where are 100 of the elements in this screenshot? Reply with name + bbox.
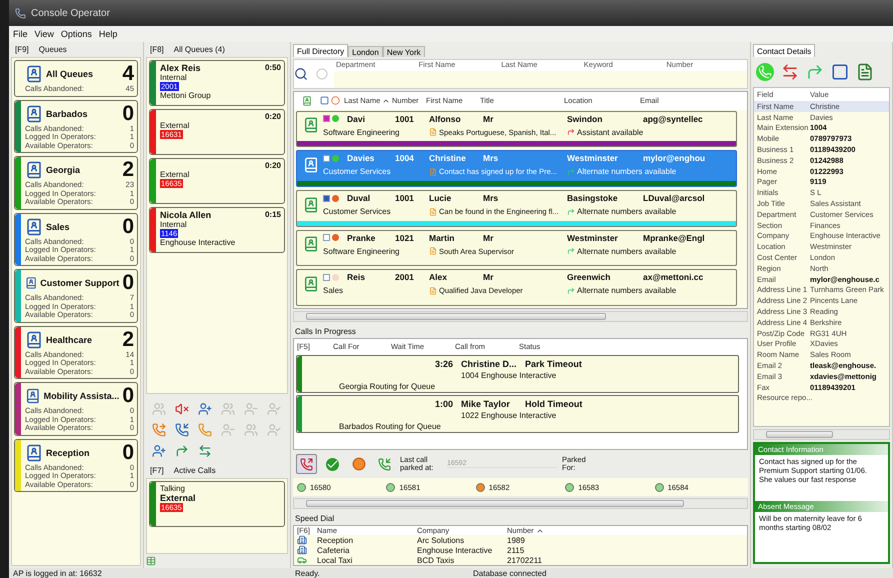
toolbar-button[interactable]: [150, 442, 167, 459]
note-icon: [429, 208, 437, 216]
call-time: 0:20: [264, 112, 281, 121]
caller-name: Christine D...: [461, 358, 518, 370]
availability: Assistant available: [567, 128, 736, 137]
toolbar-button[interactable]: [150, 421, 167, 438]
call-type: External: [160, 121, 190, 130]
call-time: 0:15: [264, 210, 281, 220]
first-name: Martin: [429, 232, 456, 243]
horizontal-scrollbar[interactable]: [293, 498, 748, 509]
toolbar-button[interactable]: [173, 421, 190, 438]
directory-tab[interactable]: Full Directory: [293, 44, 348, 57]
queue-icon: [25, 161, 43, 179]
caller-name: Nicola Allen: [160, 210, 212, 220]
label-swatch: [323, 274, 330, 281]
contact-title: Mr: [483, 272, 494, 282]
pane-title: Active Calls: [174, 466, 216, 475]
app-icon: [15, 8, 26, 18]
department: Customer Services: [323, 207, 392, 216]
location: Westminster: [567, 232, 619, 243]
wait-time: 1:00: [434, 398, 454, 410]
status-text: Database connected: [473, 568, 548, 578]
blank-icon[interactable]: [831, 63, 849, 81]
table-icon: [146, 556, 156, 566]
first-name: Lucie: [429, 193, 452, 204]
label-swatch: [323, 154, 330, 162]
forward-arrow-icon: [567, 247, 575, 256]
call-row[interactable]: 1:00 Mike Taylor Hold Timeout 1022 Enghouse Interactive Barbados Routing for Queue: [296, 395, 739, 433]
contact-title: Mrs: [483, 153, 500, 164]
availability: Alternate numbers available: [567, 286, 736, 296]
forward-arrow-icon: [567, 208, 575, 216]
menu-item[interactable]: Options: [60, 29, 92, 39]
queue-name: Reception: [46, 448, 91, 458]
extension-number: 1001: [395, 114, 415, 124]
hotkey-label: [F7]: [150, 466, 164, 475]
search-icon[interactable]: [294, 67, 308, 81]
wait-time: 3:26: [434, 358, 454, 370]
department: Software Engineering: [323, 128, 400, 137]
note-icon: [429, 247, 437, 256]
routing-text: Georgia Routing for Queue: [339, 381, 436, 392]
speed-dial-row[interactable]: Local Taxi BCD Taxis 21702211: [294, 555, 747, 565]
call-type: Internal: [160, 73, 188, 82]
queue-count: 0: [122, 104, 134, 124]
horizontal-scrollbar[interactable]: [293, 311, 748, 322]
speed-dial-name: Cafeteria: [317, 546, 350, 554]
queue-icon: [25, 444, 43, 462]
menu-item[interactable]: Help: [98, 29, 118, 39]
label-swatch: [323, 234, 330, 242]
call-status: Park Timeout: [525, 358, 583, 370]
notes-icon[interactable]: [856, 63, 874, 81]
last-name: Pranke: [347, 232, 376, 243]
circle-icon: [352, 457, 366, 471]
call-time: 0:20: [264, 161, 281, 170]
caller-company: Mettoni Group: [160, 91, 212, 100]
note-icon: [429, 168, 437, 176]
horizontal-scrollbar[interactable]: [753, 429, 890, 440]
queue-name: Georgia: [46, 165, 82, 175]
search-field[interactable]: [664, 71, 747, 88]
menu-item[interactable]: File: [13, 29, 28, 39]
queue-count: 0: [122, 386, 134, 406]
transfer-icon[interactable]: [781, 63, 799, 81]
caller-detail: 1022 Enghouse Interactive: [461, 410, 558, 421]
pane-title: All Queues (4): [174, 45, 225, 54]
location: Swindon: [567, 114, 604, 124]
email: LDuval@arcsol: [643, 193, 706, 204]
queue-name: Mobility Assista...: [44, 391, 120, 401]
directory-tab[interactable]: New York: [382, 46, 425, 57]
search-field[interactable]: [334, 71, 417, 88]
contact-details-tab[interactable]: Contact Details: [753, 44, 816, 57]
last-name: Davi: [347, 114, 366, 124]
contact-icon: [303, 196, 319, 213]
phone-outgoing-icon: [300, 458, 313, 470]
directory-tab[interactable]: London: [348, 46, 383, 57]
speed-dial-row[interactable]: Cafeteria Enghouse Interactive 2115: [294, 545, 747, 555]
availability: Alternate numbers available: [567, 207, 736, 216]
pane-title: Queues: [38, 45, 67, 54]
email: ax@mettoni.cc: [643, 272, 704, 282]
section-title: Calls In Progress: [294, 326, 357, 336]
contact-title: Mr: [483, 114, 494, 124]
park-button[interactable]: [296, 454, 317, 474]
queue-icon: [25, 330, 43, 348]
queue-name: Healthcare: [46, 334, 94, 344]
hotkey-label: [F8]: [150, 45, 164, 54]
call-row[interactable]: 3:26 Christine D... Park Timeout 1004 Enghouse Interactive Georgia Routing for Queue: [296, 355, 739, 393]
speed-dial-row[interactable]: Reception Arc Solutions 1989: [294, 535, 747, 545]
forward-icon[interactable]: [806, 63, 824, 81]
queue-icon: [25, 218, 43, 236]
department: Sales: [323, 286, 344, 296]
queue-count: 2: [122, 330, 134, 350]
caller-name: Alex Reis: [160, 63, 201, 73]
contact-title: Mrs: [483, 193, 500, 204]
location: Greenwich: [567, 272, 612, 282]
first-name: Alex: [429, 272, 448, 282]
forward-arrow-icon: [567, 128, 575, 136]
last-name: Davies: [347, 153, 376, 164]
presence-icon: [331, 96, 340, 106]
menu-item[interactable]: View: [34, 29, 54, 39]
toolbar-button[interactable]: [196, 400, 213, 417]
call-icon[interactable]: [756, 63, 774, 81]
toolbar-button[interactable]: [196, 421, 213, 438]
